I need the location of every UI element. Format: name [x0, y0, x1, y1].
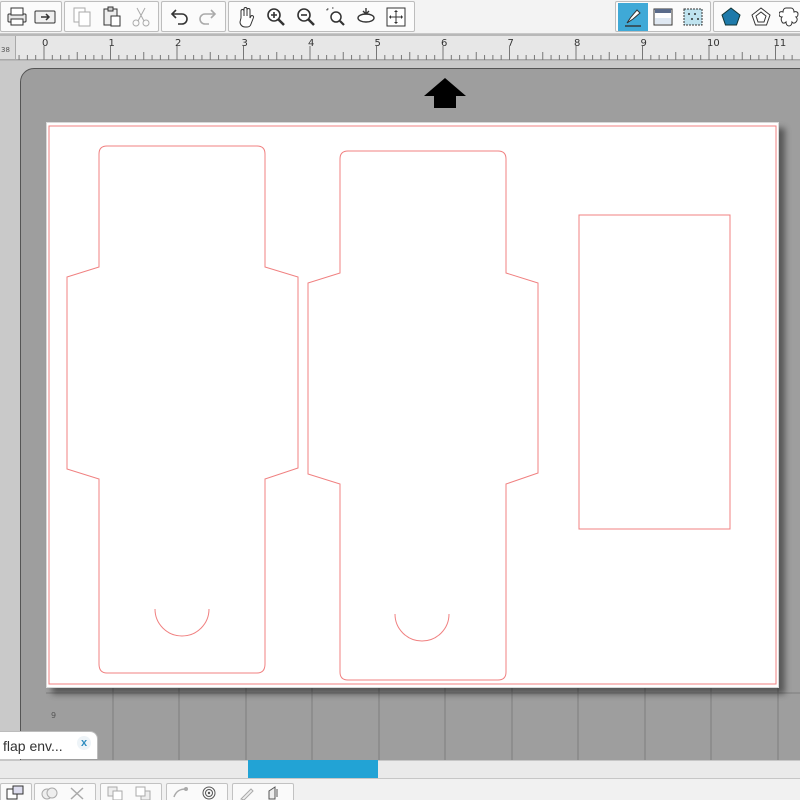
delete-button[interactable] [63, 784, 91, 800]
copy-icon [73, 7, 91, 26]
arrange-tool-group [0, 783, 32, 800]
zoom-selected-button[interactable] [321, 3, 351, 31]
weld-icon [41, 787, 58, 800]
ruler-label: 2 [175, 38, 182, 49]
knife-icon [240, 788, 254, 800]
envelope-template-left[interactable] [66, 145, 299, 674]
send-backward-icon [135, 786, 151, 800]
zoom-in-icon [267, 7, 285, 26]
app-window: 38 0 1 2 3 4 5 6 7 8 9 10 11 9 flap env.… [0, 0, 800, 800]
up-arrow-icon[interactable] [424, 78, 466, 108]
delete-icon [70, 787, 84, 800]
fill-pattern-button[interactable] [678, 3, 708, 31]
undo-icon [170, 8, 188, 25]
ruler-label: 1 [108, 38, 115, 49]
fill-pattern-icon [683, 8, 703, 25]
bring-forward-button[interactable] [101, 784, 129, 800]
main-toolbar [0, 0, 800, 34]
fit-to-window-button[interactable] [381, 3, 411, 31]
send-to-cutter-icon [34, 10, 56, 23]
ruler-label: 11 [773, 38, 787, 49]
ruler-corner: 38 [0, 36, 16, 60]
print-button[interactable] [3, 3, 31, 31]
ruler-label: 9 [640, 38, 647, 49]
trace-icon [268, 786, 278, 800]
ruler-label: 10 [707, 38, 720, 49]
fit-to-window-icon [386, 7, 406, 26]
trace-button[interactable] [261, 784, 289, 800]
redo-button[interactable] [194, 3, 224, 31]
envelope-template-middle[interactable] [307, 150, 539, 681]
flower-shape-icon [779, 7, 799, 27]
send-backward-button[interactable] [129, 784, 157, 800]
tools-tool-group [232, 783, 294, 800]
knife-button[interactable] [233, 784, 261, 800]
copy-button[interactable] [67, 3, 97, 31]
ruler-label: 7 [507, 38, 514, 49]
weld-button[interactable] [35, 784, 63, 800]
fill-color-button[interactable] [648, 3, 678, 31]
ruler-ticks [18, 46, 793, 60]
edit-tool-group [34, 783, 96, 800]
thumb-notch-left [154, 608, 210, 637]
document-tab-label: flap env... [3, 737, 63, 754]
zoom-out-icon [297, 7, 315, 26]
paste-button[interactable] [97, 3, 127, 31]
modify-tool-group [166, 783, 228, 800]
cut-button[interactable] [126, 3, 156, 31]
rectangle-card[interactable] [578, 214, 731, 530]
close-icon[interactable]: x [77, 736, 91, 750]
send-to-cutter-button[interactable] [31, 3, 59, 31]
horizontal-scrollbar[interactable] [0, 760, 800, 778]
panels-tool-group [615, 1, 711, 32]
replicate-icon [173, 787, 188, 798]
flower-shape-button[interactable] [776, 3, 800, 31]
zoom-in-button[interactable] [261, 3, 291, 31]
offset-shape-button[interactable] [746, 3, 776, 31]
offset-button[interactable] [195, 784, 223, 800]
history-tool-group [161, 1, 226, 32]
scrollbar-thumb[interactable] [248, 760, 378, 778]
zoom-selected-icon [326, 7, 345, 26]
pentagon-button[interactable] [716, 3, 746, 31]
redo-icon [199, 8, 217, 25]
svg-text:9: 9 [51, 711, 56, 720]
ruler-label: 5 [374, 38, 381, 49]
group-button[interactable] [1, 784, 29, 800]
ruler-label: 3 [241, 38, 248, 49]
group-icon [6, 785, 24, 800]
ruler-label: 6 [441, 38, 448, 49]
offset-icon [202, 786, 216, 800]
zoom-out-button[interactable] [291, 3, 321, 31]
file-tool-group [0, 1, 62, 32]
thumb-notch-middle [394, 613, 450, 642]
shapes-tool-group [713, 1, 800, 32]
zoom-to-fit-button[interactable] [351, 3, 381, 31]
view-tool-group [228, 1, 415, 32]
cut-shapes [48, 125, 777, 685]
document-tab[interactable]: flap env... x [0, 731, 98, 759]
horizontal-ruler [0, 36, 800, 60]
paste-icon [103, 6, 120, 26]
line-style-button[interactable] [618, 2, 648, 31]
clipboard-tool-group [64, 1, 159, 32]
ruler-label: 8 [574, 38, 581, 49]
line-style-icon [625, 8, 641, 27]
cut-border [48, 125, 777, 685]
design-page[interactable] [46, 122, 779, 688]
pan-hand-icon [239, 6, 255, 27]
fill-color-icon [653, 8, 673, 25]
undo-button[interactable] [164, 3, 194, 31]
print-icon [7, 7, 27, 25]
offset-shape-icon [751, 6, 771, 25]
cut-icon [132, 7, 150, 26]
zoom-to-fit-icon [357, 7, 375, 23]
replicate-button[interactable] [167, 784, 195, 800]
pan-button[interactable] [231, 3, 261, 31]
bring-forward-icon [107, 786, 123, 800]
ruler-label: 0 [42, 38, 49, 49]
pentagon-icon [721, 6, 741, 25]
align-tool-group [100, 783, 162, 800]
ruler-label: 4 [308, 38, 315, 49]
